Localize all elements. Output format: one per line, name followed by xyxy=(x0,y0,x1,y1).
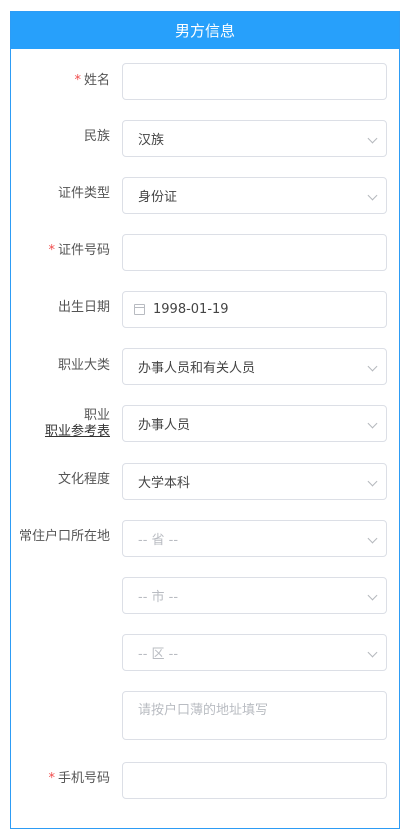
male-info-card: 男方信息 * 姓名 民族 汉族 证件类型 身份证 * 证件号码 出生日期 1998-… xyxy=(10,11,400,829)
occupation-category-label: 职业大类 xyxy=(57,358,110,373)
occupation-reference-link[interactable]: 职业参考表 xyxy=(45,424,110,440)
education-label: 文化程度 xyxy=(57,472,110,487)
city-select[interactable]: -- 市 -- xyxy=(122,577,387,614)
chevron-down-icon xyxy=(367,418,378,429)
chevron-down-icon xyxy=(367,533,378,544)
name-label: * 姓名 xyxy=(74,73,110,88)
id-type-select[interactable]: 身份证 xyxy=(122,177,387,214)
chevron-down-icon xyxy=(367,590,378,601)
phone-label: * 手机号码 xyxy=(48,771,110,786)
province-select[interactable]: -- 省 -- xyxy=(122,520,387,557)
chevron-down-icon xyxy=(367,647,378,658)
district-select[interactable]: -- 区 -- xyxy=(122,634,387,671)
chevron-down-icon xyxy=(367,361,378,372)
chevron-down-icon xyxy=(367,476,378,487)
occupation-select[interactable]: 办事人员 xyxy=(122,405,387,442)
occupation-category-select[interactable]: 办事人员和有关人员 xyxy=(122,348,387,385)
chevron-down-icon xyxy=(367,133,378,144)
education-select[interactable]: 大学本科 xyxy=(122,463,387,500)
name-input[interactable] xyxy=(122,63,387,100)
card-title: 男方信息 xyxy=(174,22,235,40)
card-header: 男方信息 xyxy=(11,12,399,49)
address-textarea[interactable]: 请按户口薄的地址填写 xyxy=(122,691,387,740)
occupation-label: 职业 xyxy=(83,408,110,423)
chevron-down-icon xyxy=(367,190,378,201)
phone-input[interactable] xyxy=(122,762,387,799)
id-number-label: * 证件号码 xyxy=(48,243,110,258)
birth-date-picker[interactable]: 1998-01-19 xyxy=(122,291,387,328)
ethnicity-select[interactable]: 汉族 xyxy=(122,120,387,157)
residence-label: 常住户口所在地 xyxy=(18,529,110,544)
ethnicity-label: 民族 xyxy=(83,129,110,144)
calendar-icon xyxy=(134,304,145,315)
id-number-input[interactable] xyxy=(122,234,387,271)
birth-date-label: 出生日期 xyxy=(57,300,110,315)
id-type-label: 证件类型 xyxy=(57,186,110,201)
